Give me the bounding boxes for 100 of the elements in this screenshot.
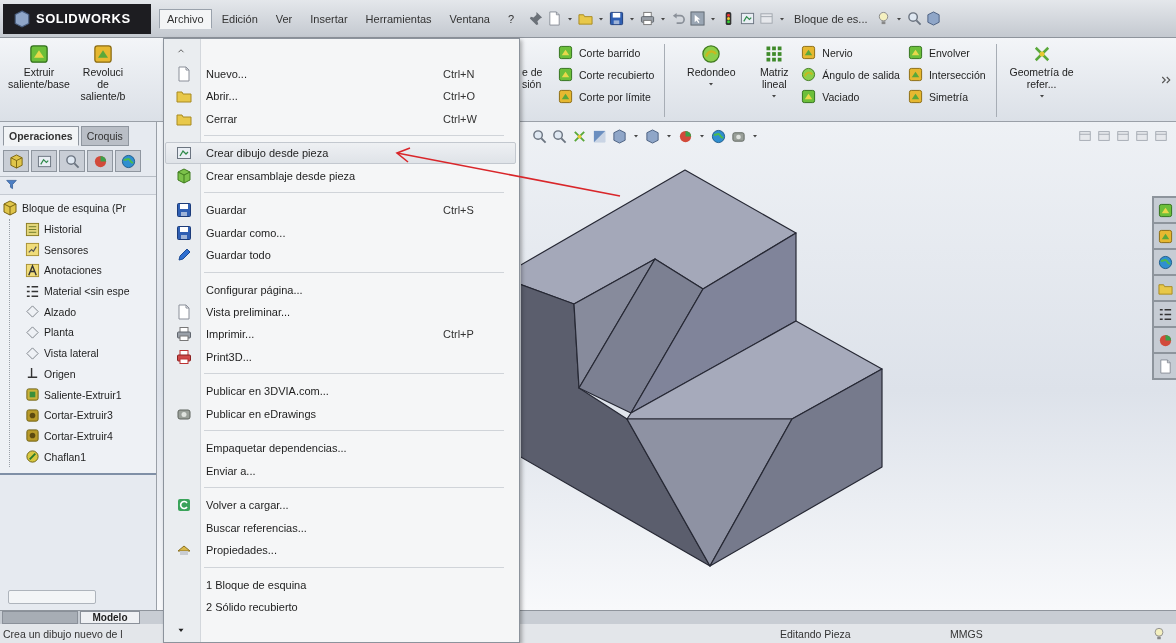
tree-item[interactable]: Anotaciones: [44, 264, 102, 277]
ribbon-command[interactable]: e de sión: [522, 44, 550, 117]
caret-icon[interactable]: [632, 132, 640, 140]
ribbon-command[interactable]: Corte por límite: [558, 88, 655, 105]
ribbon-command[interactable]: Corte barrido: [558, 44, 655, 61]
ribbon-command[interactable]: Geometría de refer...: [1006, 66, 1077, 90]
box-icon[interactable]: [645, 128, 660, 144]
ribbon-command[interactable]: Simetría: [907, 88, 986, 105]
tree-item[interactable]: Sensores: [44, 243, 89, 256]
magnifier-icon[interactable]: [532, 128, 547, 144]
units-label[interactable]: MMGS: [947, 628, 1152, 640]
menu-title[interactable]: Archivo: [159, 8, 212, 29]
panel-tab[interactable]: [87, 150, 113, 172]
window-icon[interactable]: [1097, 129, 1111, 143]
pointer-icon[interactable]: [690, 11, 706, 26]
menu-title[interactable]: Edición: [213, 8, 266, 29]
menu-item[interactable]: Guardar todo: [165, 243, 516, 267]
tree-item[interactable]: Origen: [44, 367, 76, 380]
tree-item[interactable]: Planta: [44, 326, 74, 339]
tree-item[interactable]: Alzado: [44, 305, 77, 318]
tree-item[interactable]: Cortar-Extruir3: [44, 409, 113, 422]
pattern-icon[interactable]: [764, 44, 785, 64]
lamp-icon[interactable]: [1152, 627, 1166, 641]
menu-item[interactable]: Print3D...: [165, 345, 516, 368]
panel-tab[interactable]: Modelo: [80, 611, 140, 624]
menu-item[interactable]: Configurar página...: [165, 278, 516, 301]
axes-icon[interactable]: [572, 128, 587, 144]
undo-icon[interactable]: [671, 11, 687, 26]
menu-item[interactable]: Cerrar Ctrl+W: [165, 107, 516, 130]
menu-item[interactable]: Vista preliminar...: [165, 300, 516, 324]
pin-icon[interactable]: [528, 11, 544, 26]
caret-icon[interactable]: [770, 92, 779, 100]
scrollbar[interactable]: [8, 590, 96, 604]
tree-item[interactable]: Historial: [44, 223, 82, 236]
tree-item[interactable]: Saliente-Extruir1: [44, 388, 122, 401]
ribbon-command[interactable]: Corte recubierto: [558, 66, 655, 83]
panel-tab[interactable]: [31, 150, 57, 172]
menu-item[interactable]: Crear ensamblaje desde pieza: [165, 164, 516, 187]
window-icon[interactable]: [1135, 129, 1149, 143]
document-icon[interactable]: [547, 11, 563, 26]
menu-title[interactable]: ?: [500, 8, 523, 29]
panel-tab[interactable]: Croquis: [80, 126, 129, 146]
ribbon-command[interactable]: Intersección: [907, 66, 986, 83]
task-pane-tab[interactable]: [1154, 250, 1176, 274]
menu-item[interactable]: 2 Sólido recubierto: [165, 595, 516, 619]
menu-item[interactable]: Guardar como...: [165, 221, 516, 244]
panel-tab[interactable]: [115, 150, 141, 172]
caret-icon[interactable]: [707, 80, 716, 88]
window-icon[interactable]: [1154, 129, 1168, 143]
section-view-icon[interactable]: [592, 128, 607, 144]
menu-item[interactable]: Abrir... Ctrl+O: [165, 85, 516, 108]
tree-item[interactable]: Bloque de esquina (Pr: [22, 202, 126, 215]
magnifier-icon[interactable]: [552, 128, 567, 144]
feature-icon[interactable]: [93, 44, 113, 64]
menu-item[interactable]: Imprimir... Ctrl+P: [165, 323, 516, 346]
window-icon[interactable]: [1078, 129, 1092, 143]
ribbon-command[interactable]: Envolver: [907, 44, 986, 61]
task-pane-tab[interactable]: [1154, 302, 1176, 326]
menu-title[interactable]: Herramientas: [357, 8, 440, 29]
tree-item[interactable]: Vista lateral: [44, 347, 99, 360]
ball-icon[interactable]: [678, 128, 693, 144]
caret-icon[interactable]: [751, 132, 759, 140]
menu-item[interactable]: Nuevo... Ctrl+N: [165, 62, 516, 86]
globe-icon[interactable]: [711, 128, 726, 144]
caret-icon[interactable]: [1037, 92, 1046, 100]
menu-title[interactable]: Ver: [267, 8, 301, 29]
ribbon-command[interactable]: Revoluci de saliente/b: [80, 66, 126, 102]
ribbon-command[interactable]: Vaciado: [801, 88, 900, 105]
caret-icon[interactable]: [698, 132, 706, 140]
printer-icon[interactable]: [640, 11, 656, 26]
menu-item[interactable]: Buscar referencias...: [165, 516, 516, 539]
feature-icon[interactable]: [29, 44, 49, 64]
magnifier-icon[interactable]: [906, 11, 922, 26]
menu-item[interactable]: Empaquetar dependencias...: [165, 437, 516, 460]
feature-icon[interactable]: [701, 44, 722, 64]
menu-item[interactable]: Guardar Ctrl+S: [165, 199, 516, 222]
ribbon-command[interactable]: Nervio: [801, 44, 900, 61]
menu-item[interactable]: Publicar en 3DVIA.com...: [165, 380, 516, 403]
drawing-sheet-icon[interactable]: [740, 11, 756, 26]
menu-item[interactable]: Volver a cargar...: [165, 494, 516, 517]
tree-item[interactable]: Chaflan1: [44, 450, 87, 463]
menu-item[interactable]: Enviar a...: [165, 459, 516, 482]
caret-icon[interactable]: [665, 132, 673, 140]
panel-tab[interactable]: Operaciones: [3, 126, 79, 146]
ribbon-command[interactable]: Extruir saliente/base: [4, 66, 74, 90]
box-icon[interactable]: [925, 11, 941, 26]
panel-tab[interactable]: [59, 150, 85, 172]
ribbon-command[interactable]: Ángulo de salida: [801, 66, 900, 83]
tree-item[interactable]: Material <sin espe: [44, 285, 130, 298]
menu-title[interactable]: Ventana: [441, 8, 498, 29]
menu-item[interactable]: Crear dibujo desde pieza: [165, 142, 516, 165]
box-icon[interactable]: [612, 128, 627, 144]
menu-item[interactable]: Propiedades...: [165, 538, 516, 562]
menu-item[interactable]: Publicar en eDrawings: [165, 402, 516, 425]
menu-title[interactable]: Insertar: [302, 8, 356, 29]
window-icon[interactable]: [1116, 129, 1130, 143]
ribbon-command[interactable]: Matriz lineal: [755, 66, 794, 90]
panel-tab[interactable]: [3, 150, 29, 172]
ribbon-command[interactable]: Redondeo: [687, 66, 736, 78]
menu-item[interactable]: 1 Bloque de esquina: [165, 573, 516, 596]
